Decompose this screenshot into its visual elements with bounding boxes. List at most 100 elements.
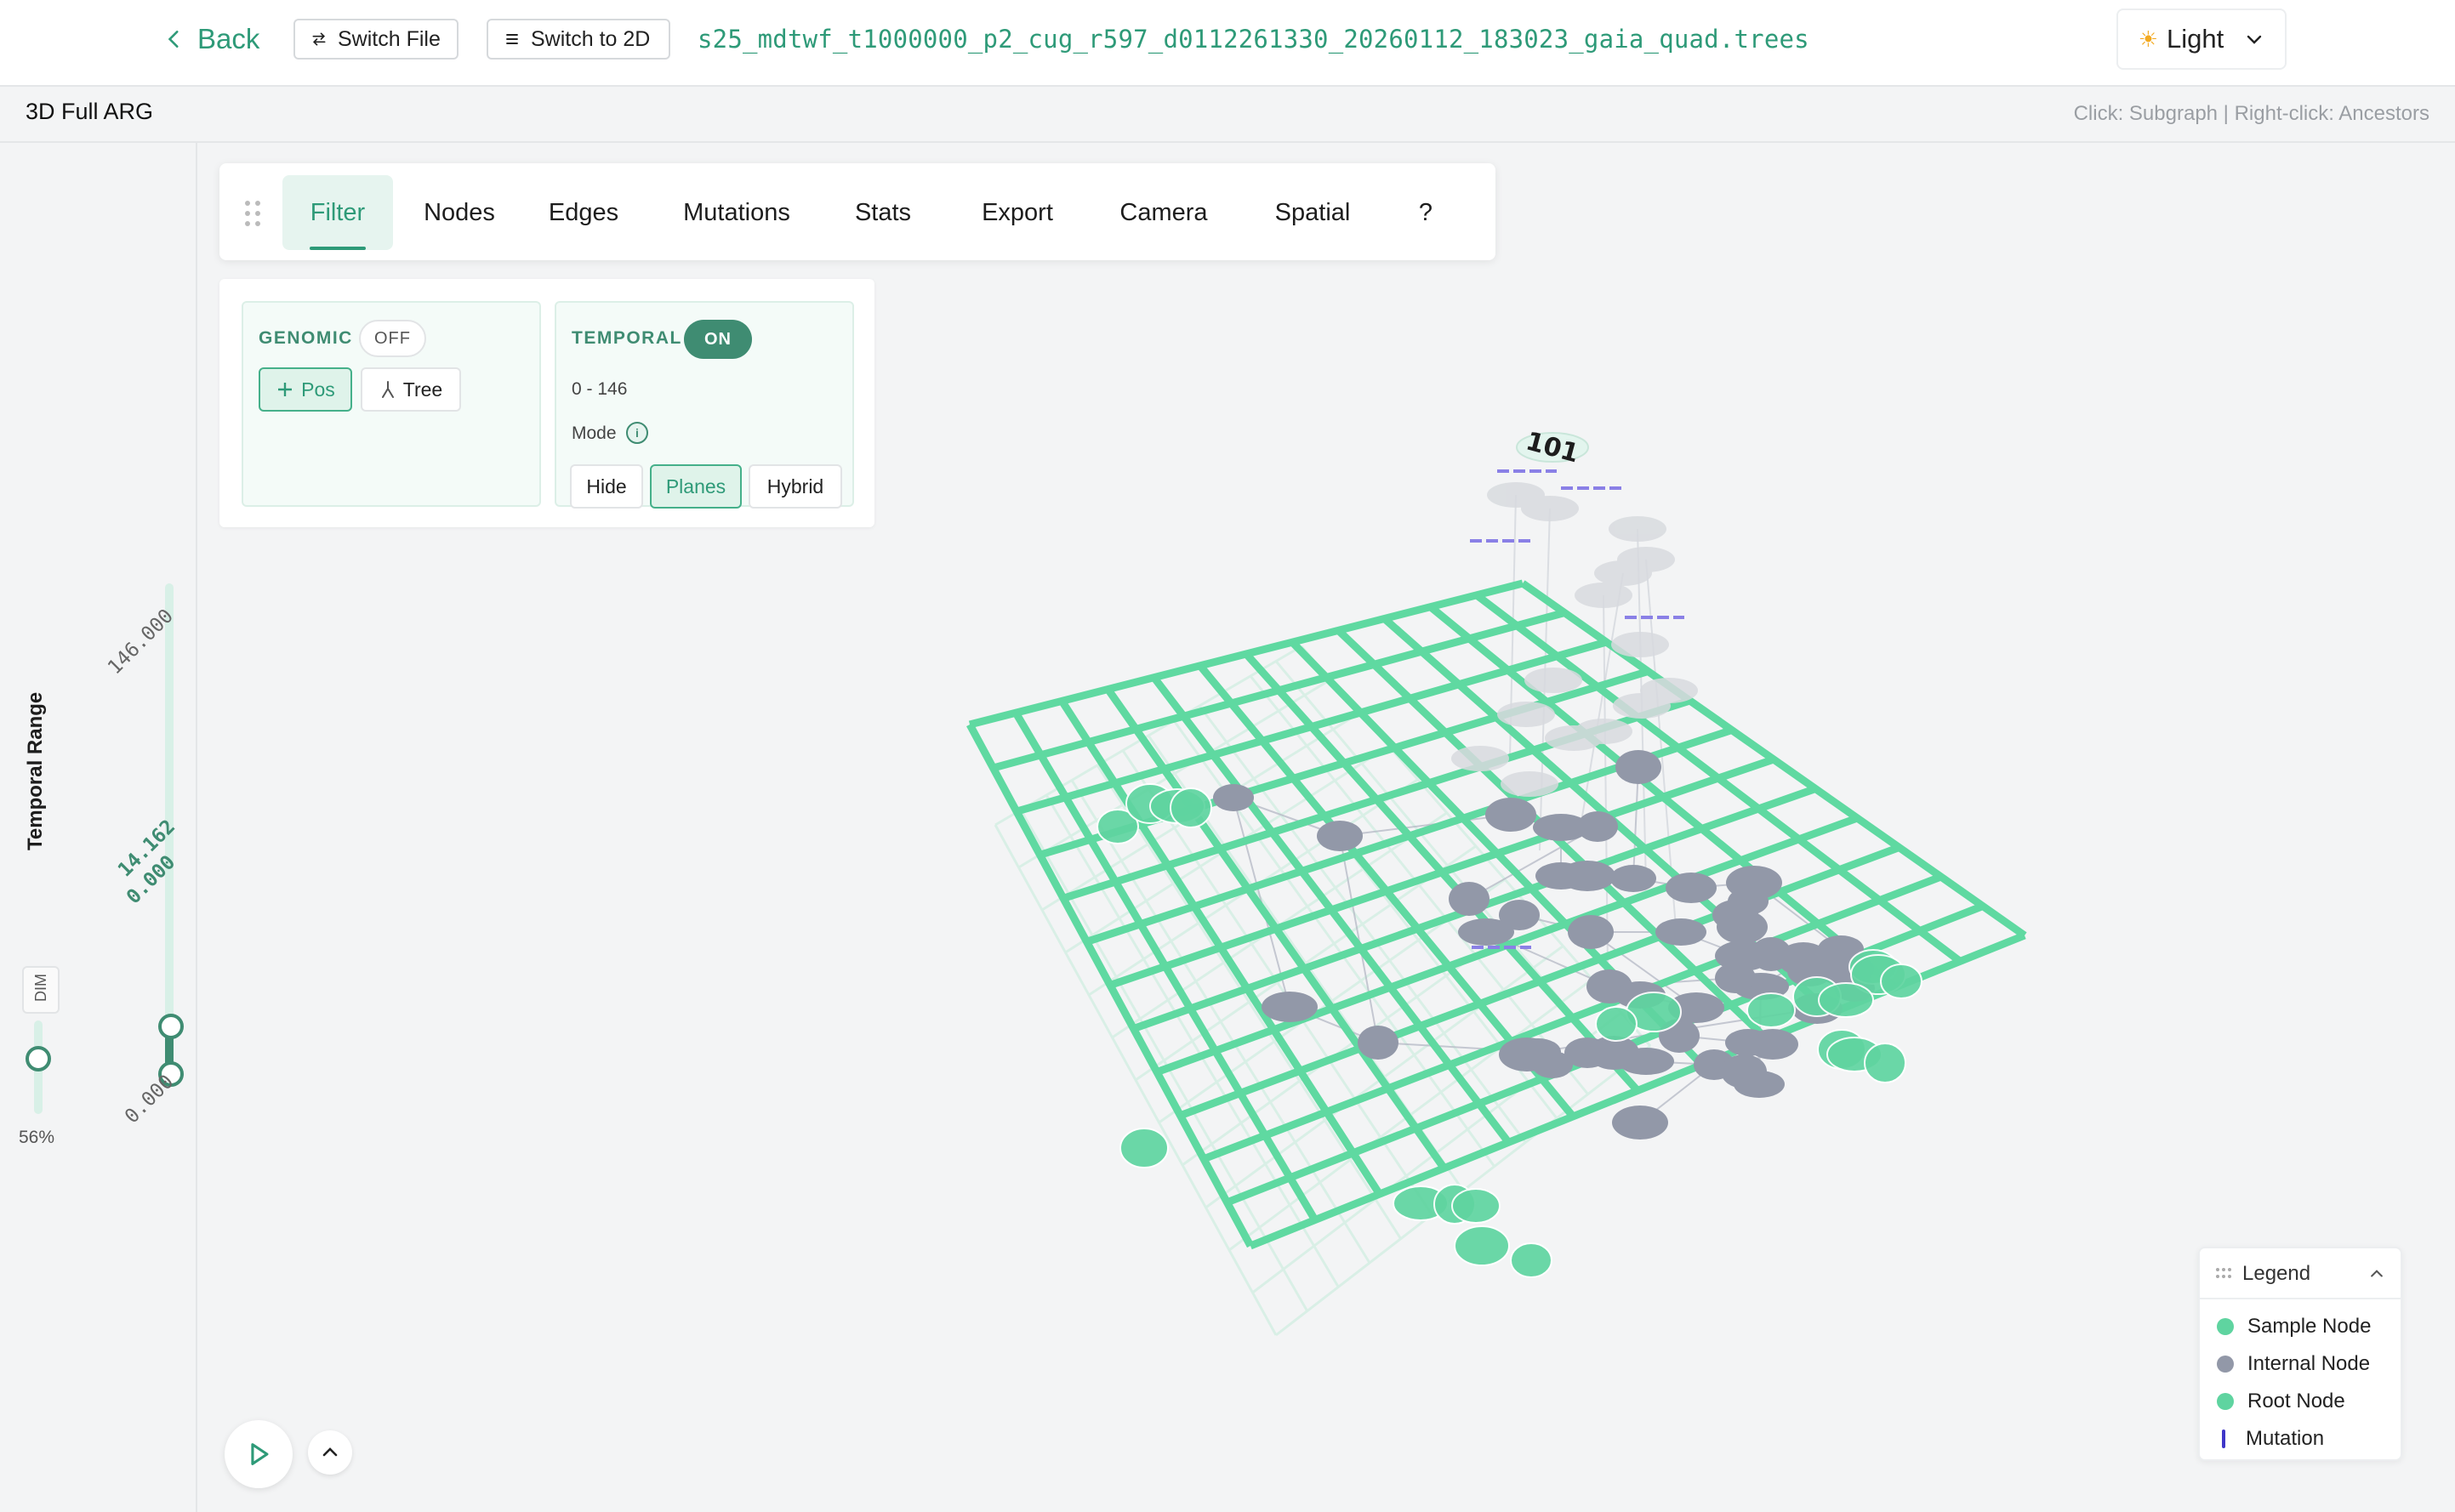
internal-node[interactable] <box>1485 798 1536 832</box>
internal-node[interactable] <box>1715 963 1756 993</box>
swap-icon <box>312 32 326 46</box>
internal-node[interactable] <box>1568 915 1614 949</box>
sample-node[interactable] <box>1510 1242 1552 1278</box>
top-bar: Back Switch File Switch to 2D s25_mdtwf_… <box>0 0 2455 87</box>
sample-node[interactable] <box>1595 1006 1638 1042</box>
internal-node[interactable] <box>1515 1038 1561 1066</box>
internal-node[interactable] <box>1618 1048 1674 1075</box>
internal-node[interactable] <box>1778 942 1829 976</box>
genomic-title: GENOMIC <box>259 328 353 348</box>
sample-node[interactable] <box>1818 982 1874 1018</box>
switch-file-label: Switch File <box>338 26 441 51</box>
interaction-hint: Click: Subgraph | Right-click: Ancestors <box>2073 102 2429 125</box>
tab-camera[interactable]: Camera <box>1089 175 1239 250</box>
theme-label: Light <box>2167 24 2224 54</box>
sample-node[interactable] <box>1454 1225 1510 1266</box>
play-button[interactable] <box>225 1420 293 1488</box>
file-name: s25_mdtwf_t1000000_p2_cug_r597_d01122613… <box>698 25 1809 54</box>
drag-handle-icon[interactable] <box>242 199 264 228</box>
dim-slider-handle[interactable] <box>26 1046 51 1071</box>
back-button[interactable]: Back <box>163 15 259 63</box>
sample-node[interactable] <box>1170 787 1212 828</box>
ghost-node <box>1497 702 1555 727</box>
sample-node[interactable] <box>1864 1043 1906 1083</box>
legend-label: Internal Node <box>2247 1352 2371 1375</box>
ghost-node <box>1501 771 1558 797</box>
ghost-node <box>1613 693 1671 719</box>
legend-item-mutation: Mutation <box>2217 1422 2324 1456</box>
mode-label: Mode <box>572 423 617 443</box>
view-title: 3D Full ARG <box>26 99 154 124</box>
tree-icon <box>381 381 394 398</box>
ghost-node <box>1594 560 1652 586</box>
internal-node[interactable] <box>1358 1026 1398 1060</box>
legend-item-internal-node: Internal Node <box>2217 1347 2370 1381</box>
ghost-node <box>1609 516 1666 542</box>
temporal-range-upper-handle[interactable] <box>158 1014 184 1039</box>
tab-nodes[interactable]: Nodes <box>402 175 517 250</box>
legend-label: Sample Node <box>2247 1315 2372 1338</box>
internal-node[interactable] <box>1612 1106 1668 1140</box>
plus-icon <box>278 383 293 396</box>
legend-item-sample-node: Sample Node <box>2217 1310 2371 1344</box>
genomic-toggle[interactable]: OFF <box>359 320 426 357</box>
dim-toggle[interactable]: DIM <box>22 966 60 1014</box>
internal-node[interactable] <box>1213 784 1254 811</box>
ghost-node <box>1521 496 1579 521</box>
genomic-pos-button[interactable]: Pos <box>259 367 352 412</box>
internal-node[interactable] <box>1747 1029 1798 1060</box>
tab-mutations[interactable]: Mutations <box>653 175 820 250</box>
sun-icon: ☀ <box>2138 26 2159 52</box>
internal-node[interactable] <box>1499 900 1540 930</box>
internal-node[interactable] <box>1734 1071 1785 1098</box>
sample-node[interactable] <box>1119 1128 1169 1168</box>
list-icon <box>506 34 518 44</box>
internal-node[interactable] <box>1666 873 1717 903</box>
grip-icon[interactable] <box>2215 1267 2232 1279</box>
tab-bar: Filter Nodes Edges Mutations Stats Expor… <box>219 163 1495 260</box>
arg-3d-viewport[interactable]: 101 <box>885 374 2110 1395</box>
mode-hybrid-button[interactable]: Hybrid <box>749 464 842 509</box>
tab-edges[interactable]: Edges <box>517 175 650 250</box>
theme-select[interactable]: ☀ Light <box>2116 9 2287 70</box>
tab-filter[interactable]: Filter <box>282 175 393 250</box>
root-node[interactable]: 101 <box>1516 426 1589 469</box>
temporal-title: TEMPORAL <box>572 328 682 348</box>
internal-node[interactable] <box>1317 821 1363 851</box>
legend-header[interactable]: Legend <box>2200 1248 2401 1299</box>
ghost-node <box>1575 583 1632 608</box>
internal-node[interactable] <box>1655 918 1706 946</box>
internal-node[interactable] <box>1449 882 1490 916</box>
dim-label: DIM <box>32 974 49 1002</box>
tab-help[interactable]: ? <box>1393 175 1458 250</box>
internal-node[interactable] <box>1559 861 1615 891</box>
switch-to-2d-button[interactable]: Switch to 2D <box>487 19 670 60</box>
expand-controls-button[interactable] <box>308 1430 352 1475</box>
root-node-label: 101 <box>1523 426 1582 469</box>
chevron-up-icon[interactable] <box>2368 1265 2385 1282</box>
mode-hide-button[interactable]: Hide <box>570 464 643 509</box>
tab-stats[interactable]: Stats <box>820 175 946 250</box>
ghost-node <box>1524 668 1582 693</box>
temporal-toggle[interactable]: ON <box>684 320 752 359</box>
temporal-filter-card: TEMPORAL ON 0 - 146 Mode i Hide Planes H… <box>555 301 854 509</box>
filter-panel: GENOMIC OFF Pos Tree TEMPORAL ON 0 - 146… <box>219 279 874 527</box>
info-icon[interactable]: i <box>626 422 648 444</box>
chevron-left-icon <box>168 31 179 48</box>
sample-node[interactable] <box>1746 992 1796 1028</box>
sample-node[interactable] <box>1880 963 1922 999</box>
internal-node-swatch <box>2217 1356 2234 1373</box>
sample-node[interactable] <box>1451 1188 1501 1224</box>
switch-file-button[interactable]: Switch File <box>293 19 459 60</box>
genomic-tree-button[interactable]: Tree <box>361 367 461 412</box>
internal-node[interactable] <box>1262 992 1318 1022</box>
internal-node[interactable] <box>1717 910 1768 944</box>
internal-node[interactable] <box>1615 750 1661 784</box>
internal-node[interactable] <box>1610 865 1656 892</box>
switch-to-2d-label: Switch to 2D <box>531 26 651 51</box>
chevron-down-icon <box>2247 35 2262 44</box>
tab-export[interactable]: Export <box>946 175 1089 250</box>
internal-node[interactable] <box>1577 811 1618 842</box>
mode-planes-button[interactable]: Planes <box>650 464 742 509</box>
tab-spatial[interactable]: Spatial <box>1240 175 1385 250</box>
